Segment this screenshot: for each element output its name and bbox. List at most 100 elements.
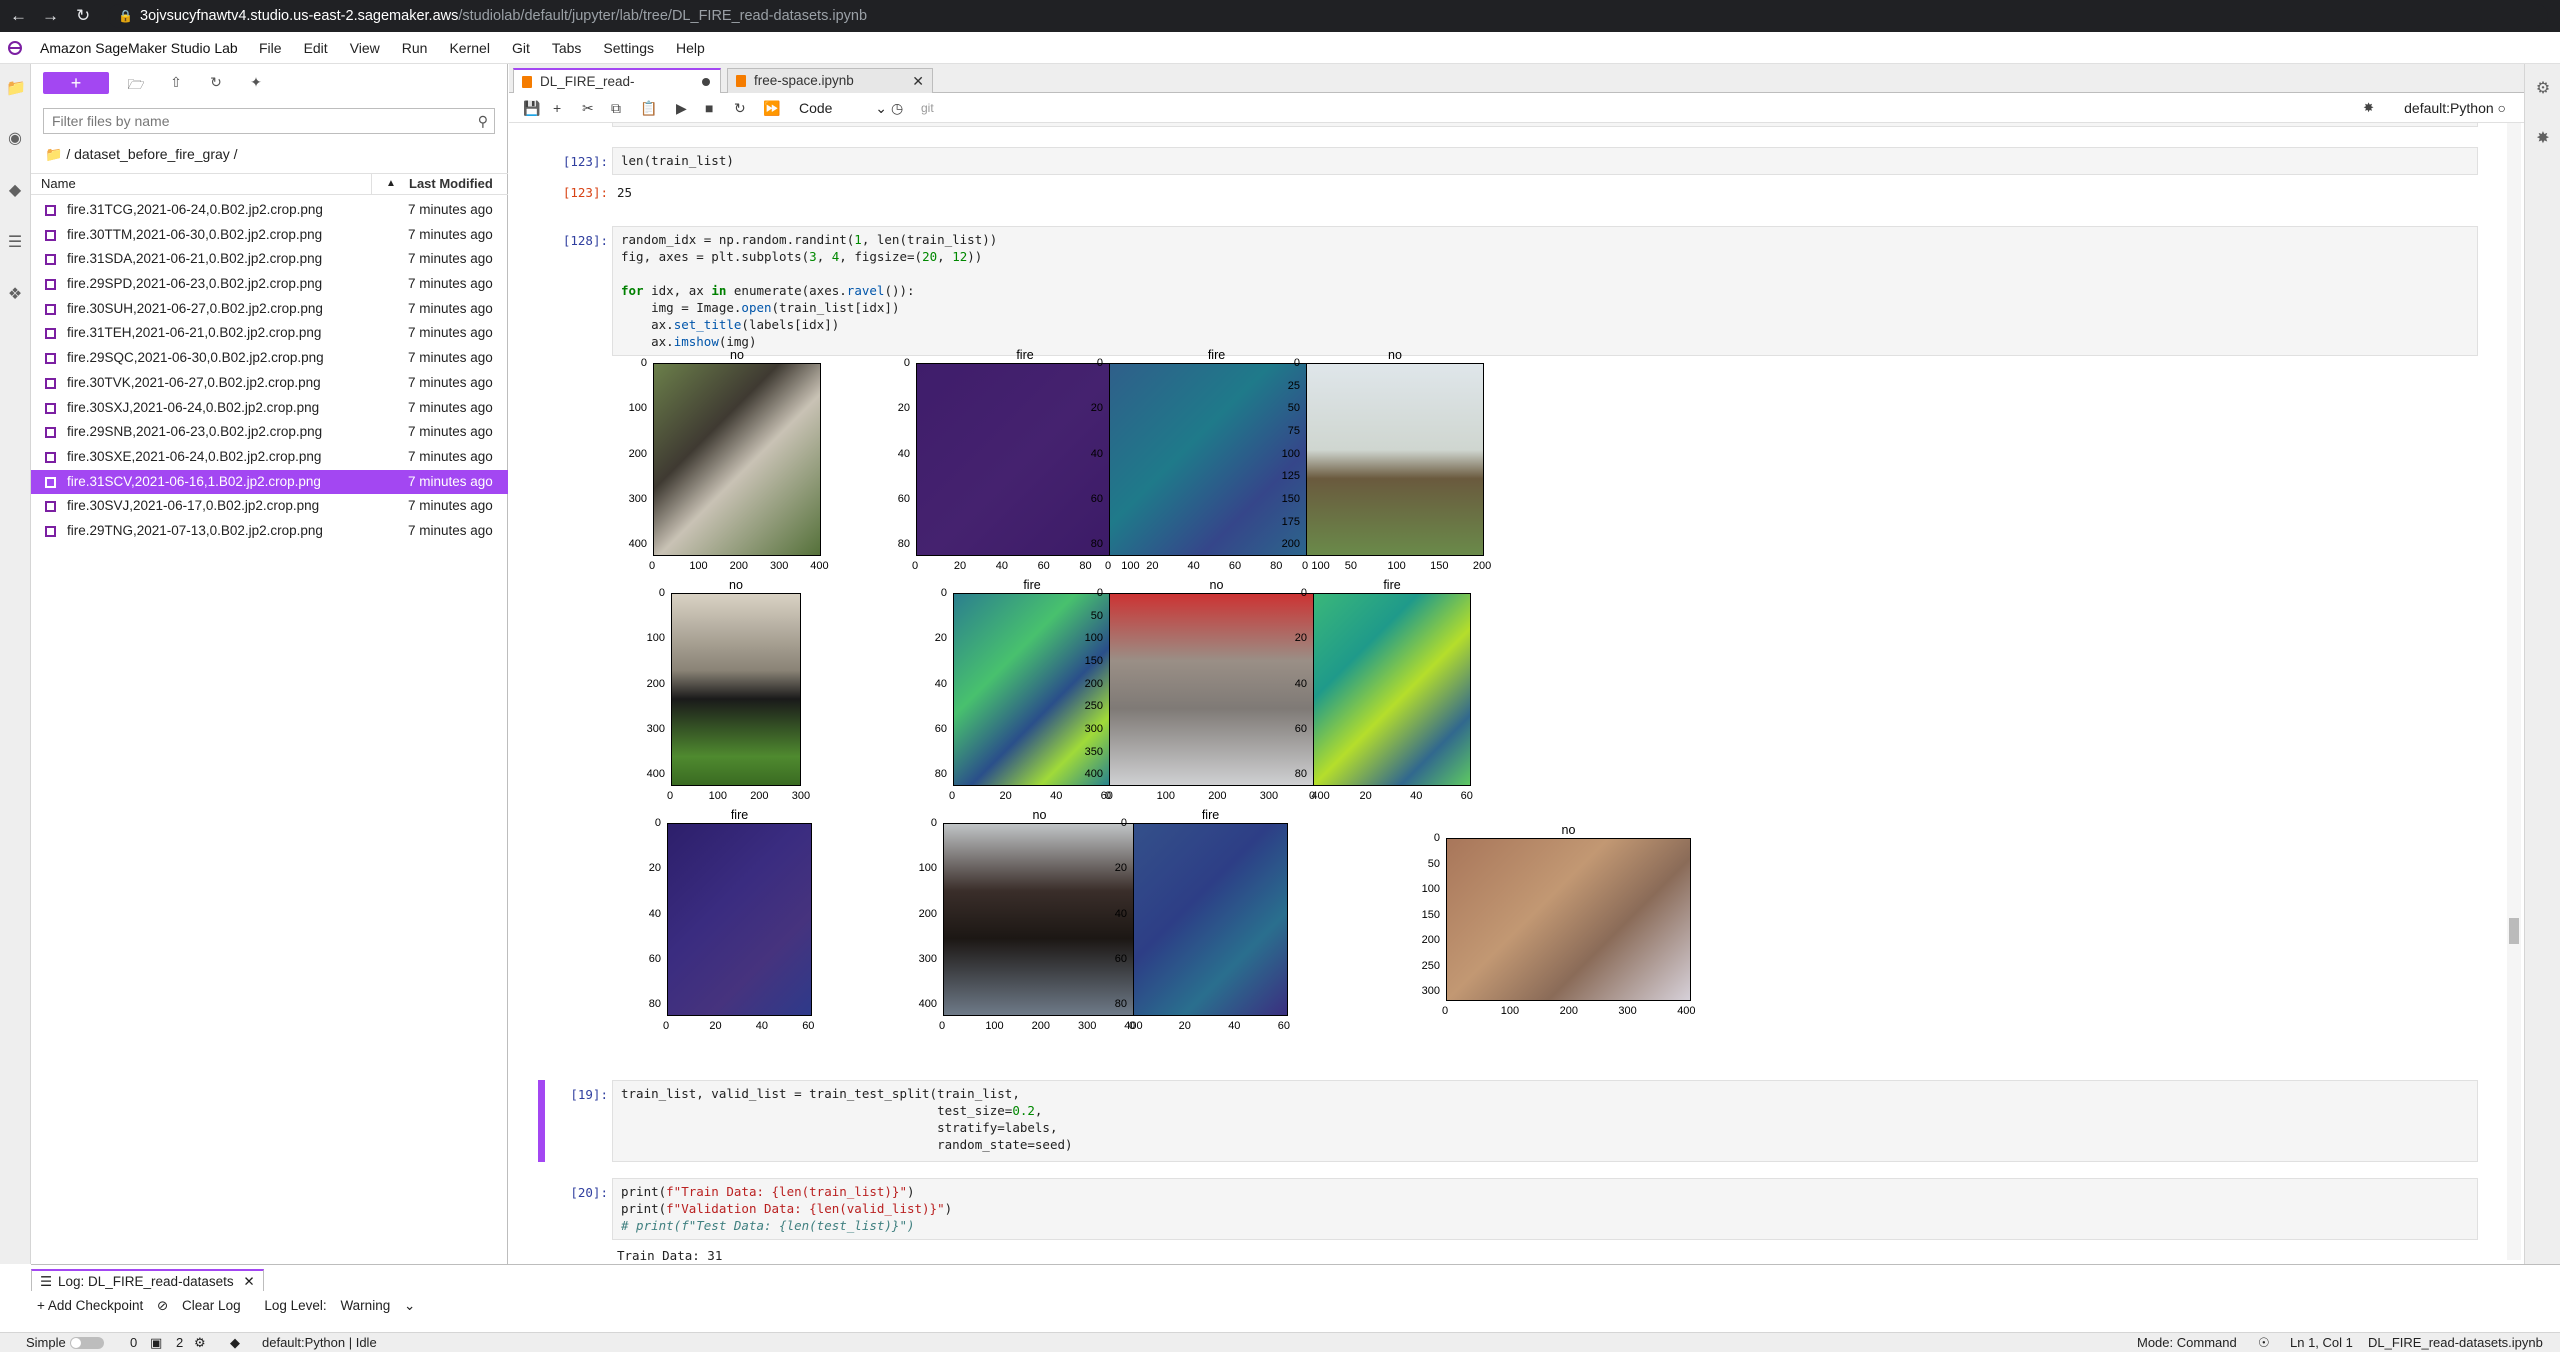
terminal-count[interactable]: 0 (130, 1333, 137, 1352)
menu-help[interactable]: Help (665, 32, 716, 64)
menu-tabs[interactable]: Tabs (541, 32, 593, 64)
column-divider[interactable] (371, 174, 372, 194)
debugger-icon[interactable]: ✸ (2363, 93, 2374, 123)
filter-files-input[interactable]: Filter files by name ⚲ (43, 108, 495, 134)
cut-icon[interactable]: ✂ (582, 93, 594, 123)
terminal-icon: ▣ (150, 1335, 163, 1350)
y-tick-label: 0 (903, 357, 910, 369)
file-row[interactable]: fire.30SXJ,2021-06-24,0.B02.jp2.crop.png… (31, 396, 508, 421)
close-icon[interactable]: ✕ (243, 1274, 254, 1289)
file-row[interactable]: fire.30TTM,2021-06-30,0.B02.jp2.crop.png… (31, 223, 508, 248)
y-tick-label: 250 (1421, 959, 1440, 972)
running-kernels-icon[interactable]: ◉ (6, 130, 24, 148)
cell-input[interactable]: print(f"Train Data: {len(train_list)}") … (612, 1178, 2478, 1240)
fast-forward-icon[interactable]: ⏩ (763, 93, 780, 123)
git-icon[interactable]: ◆ (6, 182, 24, 200)
y-tick-label: 300 (1084, 723, 1103, 736)
copy-icon[interactable]: ⧉ (611, 93, 621, 123)
back-icon[interactable]: ← (10, 6, 27, 26)
x-tick-label: 0 (1442, 1005, 1449, 1017)
file-row[interactable]: fire.29SNB,2021-06-23,0.B02.jp2.crop.png… (31, 420, 508, 445)
menu-edit[interactable]: Edit (293, 32, 339, 64)
file-row[interactable]: fire.31SDA,2021-06-21,0.B02.jp2.crop.png… (31, 247, 508, 272)
cursor-position[interactable]: Ln 1, Col 1 (2290, 1333, 2353, 1352)
breadcrumb[interactable]: 📁 / dataset_before_fire_gray / (45, 144, 238, 164)
file-row[interactable]: fire.31TEH,2021-06-21,0.B02.jp2.crop.png… (31, 321, 508, 346)
unsaved-dot-icon[interactable] (702, 78, 710, 86)
reload-icon[interactable]: ↻ (76, 6, 90, 26)
file-row[interactable]: fire.30SUH,2021-06-27,0.B02.jp2.crop.png… (31, 297, 508, 322)
tab-label: free-space.ipynb (754, 73, 854, 88)
x-tick-label: 0 (912, 560, 919, 572)
address-bar[interactable]: 🔒 3ojvsucyfnawtv4.studio.us-east-2.sagem… (108, 4, 2548, 28)
simple-mode-toggle[interactable] (70, 1337, 104, 1349)
file-row[interactable]: fire.29TNG,2021-07-13,0.B02.jp2.crop.png… (31, 519, 508, 544)
menu-settings[interactable]: Settings (592, 32, 665, 64)
menu-view[interactable]: View (339, 32, 391, 64)
shield-icon[interactable]: ☉ (2258, 1333, 2270, 1352)
git-clone-icon[interactable]: ✦ (247, 74, 265, 92)
cell-type-select[interactable]: Code ⌄ (799, 97, 887, 119)
git-status-icon[interactable]: ◆ (230, 1333, 240, 1352)
add-checkpoint-button[interactable]: + Add Checkpoint (37, 1298, 143, 1313)
file-modified: 7 minutes ago (408, 498, 493, 514)
file-list: fire.31TCG,2021-06-24,0.B02.jp2.crop.png… (31, 198, 508, 544)
tab-dl-fire-read-datasets[interactable]: DL_FIRE_read-datasets.ipynb (513, 68, 721, 113)
file-name: fire.31TCG,2021-06-24,0.B02.jp2.crop.png (67, 202, 323, 217)
upload-icon[interactable]: ⇧ (167, 74, 185, 92)
cell-input[interactable]: train_list, valid_list = train_test_spli… (612, 1080, 2478, 1162)
menu-git[interactable]: Git (501, 32, 541, 64)
column-last-modified[interactable]: Last Modified (409, 174, 493, 194)
tab-log[interactable]: ☰ Log: DL_FIRE_read-datasets ✕ (31, 1269, 264, 1291)
debugger-icon[interactable]: ✸ (2534, 130, 2552, 148)
scrollbar-thumb[interactable] (2509, 918, 2519, 944)
kernel-name[interactable]: default:Python ○ (2404, 93, 2506, 123)
menu-file[interactable]: File (248, 32, 293, 64)
column-name[interactable]: Name (41, 174, 76, 194)
file-row[interactable]: fire.30SVJ,2021-06-17,0.B02.jp2.crop.png… (31, 494, 508, 519)
file-row[interactable]: fire.30SXE,2021-06-24,0.B02.jp2.crop.png… (31, 445, 508, 470)
y-tick-label: 150 (1084, 655, 1103, 668)
file-row[interactable]: fire.31SCV,2021-06-16,1.B02.jp2.crop.png… (31, 469, 508, 495)
stop-icon[interactable]: ■ (705, 93, 713, 123)
file-row[interactable]: fire.29SQC,2021-06-30,0.B02.jp2.crop.png… (31, 346, 508, 371)
clock-icon[interactable]: ◷ (891, 93, 903, 123)
new-launcher-button[interactable]: + (43, 72, 109, 94)
menu-run[interactable]: Run (391, 32, 439, 64)
y-tick-label: 150 (1281, 493, 1300, 506)
clear-log-button[interactable]: ⊘ Clear Log (157, 1298, 251, 1313)
extensions-icon[interactable]: ❖ (6, 286, 24, 304)
kernel-count[interactable]: 2 (176, 1333, 183, 1352)
kernel-status[interactable]: default:Python | Idle (262, 1333, 377, 1352)
menu-kernel[interactable]: Kernel (438, 32, 500, 64)
image-file-icon (45, 377, 56, 389)
new-folder-icon[interactable]: 🗁 (127, 74, 145, 92)
save-icon[interactable]: 💾 (523, 93, 540, 123)
restart-icon[interactable]: ↻ (734, 93, 746, 123)
table-of-contents-icon[interactable]: ☰ (6, 234, 24, 252)
git-diff-label[interactable]: git (921, 93, 934, 123)
cell-input[interactable] (612, 123, 2478, 127)
property-inspector-icon[interactable]: ⚙ (2534, 80, 2552, 98)
notebook-mode[interactable]: Mode: Command (2137, 1333, 2237, 1352)
breadcrumb-path[interactable]: / dataset_before_fire_gray / (66, 146, 237, 162)
close-icon[interactable]: ✕ (912, 69, 924, 93)
run-icon[interactable]: ▶ (676, 93, 687, 123)
cell-input[interactable]: len(train_list) (612, 147, 2478, 175)
tab-free-space[interactable]: free-space.ipynb ✕ (727, 68, 933, 93)
search-icon: ⚲ (477, 113, 488, 129)
y-tick-label: 80 (897, 538, 910, 551)
cell-input[interactable]: random_idx = np.random.randint(1, len(tr… (612, 226, 2478, 356)
forward-icon[interactable]: → (42, 6, 59, 26)
log-level-select[interactable]: Warning ⌄ (340, 1298, 425, 1313)
insert-cell-icon[interactable]: + (553, 93, 561, 123)
paste-icon[interactable]: 📋 (640, 93, 657, 123)
file-row[interactable]: fire.30TVK,2021-06-27,0.B02.jp2.crop.png… (31, 371, 508, 396)
folder-icon[interactable]: 📁 (6, 80, 26, 98)
notebook-scrollbar[interactable] (2507, 123, 2521, 1260)
subplot: no 0 50 100 150 200 0 25 50 75 100 125 150 175 200 (1282, 348, 1492, 572)
file-row[interactable]: fire.31TCG,2021-06-24,0.B02.jp2.crop.png… (31, 198, 508, 223)
y-tick-label: 300 (646, 723, 665, 736)
refresh-icon[interactable]: ↻ (207, 74, 225, 92)
file-row[interactable]: fire.29SPD,2021-06-23,0.B02.jp2.crop.png… (31, 272, 508, 297)
